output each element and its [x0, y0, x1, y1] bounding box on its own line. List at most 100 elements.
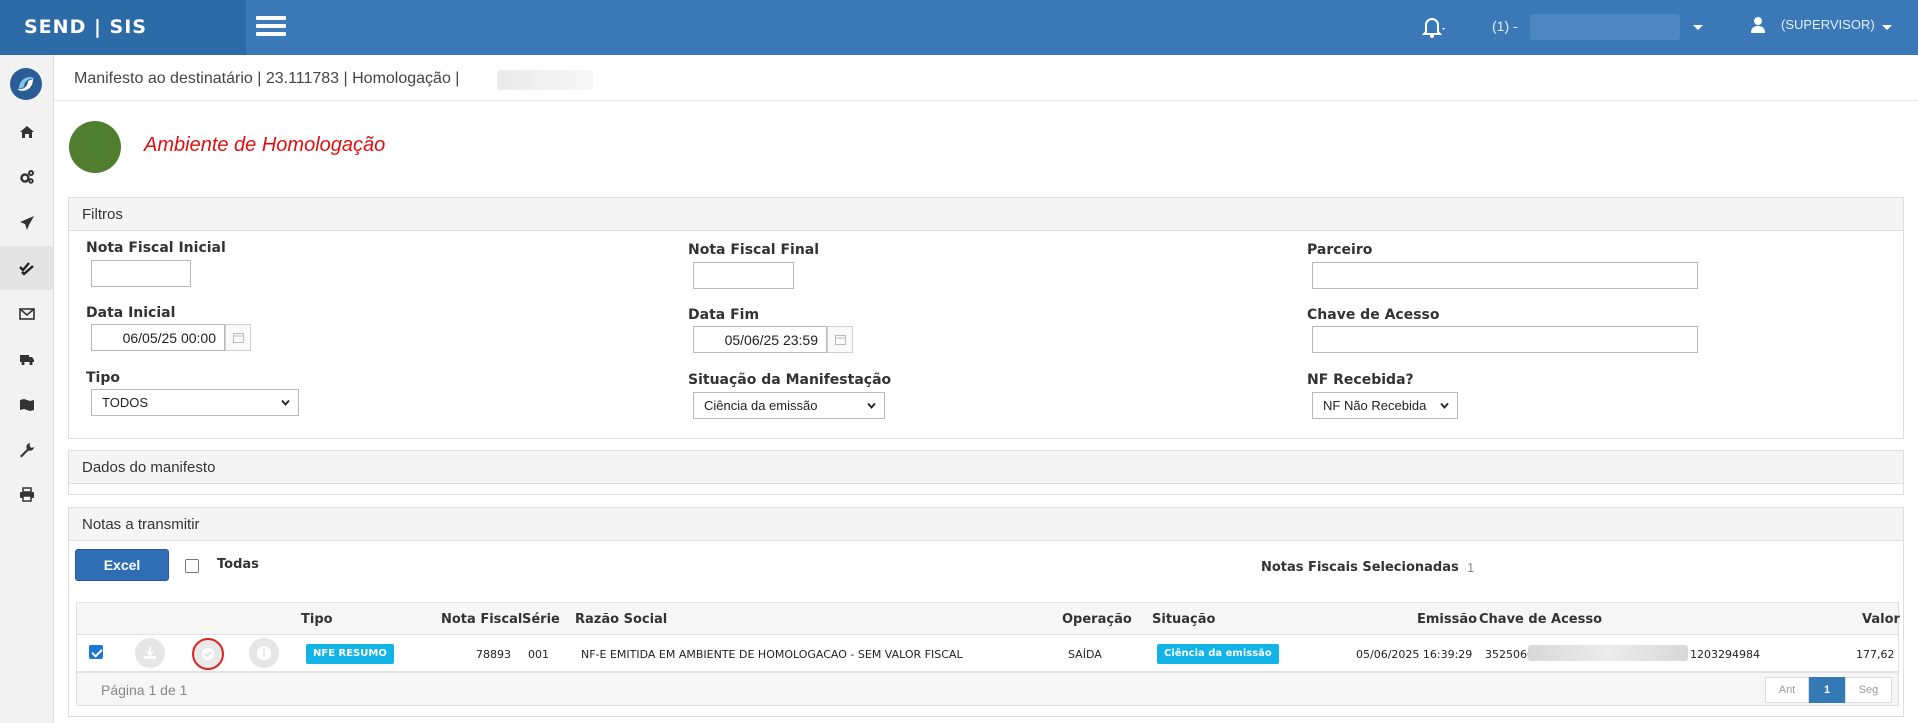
filters-panel-title: Filtros: [69, 198, 1903, 231]
company-name-redacted: [1530, 14, 1680, 40]
sidebar: [0, 55, 54, 723]
col-nota-fiscal[interactable]: Nota Fiscal: [441, 612, 522, 627]
nf-recebida-select[interactable]: NF Não Recebida: [1312, 392, 1458, 419]
nf-recebida-select-value: NF Não Recebida: [1323, 398, 1427, 413]
sidebar-item-mail[interactable]: [0, 292, 53, 336]
chevron-down-icon: [281, 399, 290, 406]
pager-next-button[interactable]: Seg: [1845, 677, 1892, 703]
nf-inicial-label: Nota Fiscal Inicial: [86, 240, 226, 256]
col-valor[interactable]: Valor: [1862, 612, 1900, 627]
selected-count-value: 1: [1467, 560, 1475, 575]
brand-logo[interactable]: SEND | SIS: [0, 0, 246, 55]
sidebar-item-tools[interactable]: [0, 428, 53, 472]
cell-emissao: 05/06/2025 16:39:29: [1356, 648, 1473, 661]
col-razao-social[interactable]: Razão Social: [575, 612, 667, 627]
app-logo-icon: [9, 67, 43, 101]
cell-serie: 001: [528, 648, 549, 661]
dados-manifesto-title[interactable]: Dados do manifesto: [69, 451, 1903, 484]
data-fim-input[interactable]: [693, 326, 827, 353]
selected-count-label: Notas Fiscais Selecionadas: [1261, 560, 1459, 575]
tipo-label: Tipo: [86, 370, 120, 386]
environment-status-indicator: [69, 121, 121, 173]
cell-chave-suffix: 1203294984: [1690, 648, 1760, 661]
confirm-manifest-button[interactable]: [192, 638, 224, 670]
col-serie[interactable]: Série: [522, 612, 560, 627]
row-checkbox[interactable]: [89, 645, 103, 659]
wrench-icon: [19, 443, 34, 458]
filters-panel: Filtros: [68, 197, 1904, 439]
notifications-bell-icon[interactable]: [1416, 14, 1446, 40]
envelope-icon: [18, 308, 35, 320]
print-icon: [19, 487, 34, 502]
chave-redacted: [1528, 645, 1688, 661]
sidebar-item-manifest[interactable]: [0, 246, 53, 290]
info-icon: [257, 646, 271, 660]
parceiro-label: Parceiro: [1307, 242, 1373, 258]
calendar-icon: [232, 333, 244, 343]
col-situacao[interactable]: Situação: [1152, 612, 1215, 627]
pager-prev-button[interactable]: Ant: [1765, 677, 1809, 703]
chave-acesso-label: Chave de Acesso: [1307, 307, 1440, 323]
situacao-select[interactable]: Ciência da emissão: [693, 392, 885, 419]
tipo-badge: NFE RESUMO: [306, 644, 394, 664]
calendar-icon: [834, 335, 846, 345]
info-button[interactable]: [249, 638, 279, 668]
col-emissao[interactable]: Emissão: [1417, 612, 1477, 627]
double-check-icon: [18, 262, 34, 276]
col-chave-acesso[interactable]: Chave de Acesso: [1479, 612, 1602, 627]
home-icon: [19, 126, 34, 138]
environment-title: Ambiente de Homologação: [144, 134, 386, 156]
data-inicial-calendar-button[interactable]: [225, 324, 251, 351]
cell-razao-social: NF-E EMITIDA EM AMBIENTE DE HOMOLOGACAO …: [581, 648, 963, 661]
user-menu-label[interactable]: (SUPERVISOR): [1781, 17, 1875, 32]
tipo-select[interactable]: TODOS: [91, 389, 299, 416]
nf-recebida-label: NF Recebida?: [1307, 372, 1414, 388]
user-icon: [1750, 16, 1766, 34]
paper-plane-icon: [19, 216, 34, 230]
dados-manifesto-panel: Dados do manifesto: [68, 450, 1904, 495]
divider: [54, 100, 1918, 101]
page-info: Página 1 de 1: [101, 682, 188, 698]
nf-final-input[interactable]: [693, 262, 794, 289]
nf-final-label: Nota Fiscal Final: [688, 242, 820, 258]
parceiro-input[interactable]: [1312, 262, 1698, 289]
chevron-down-icon: [867, 402, 876, 409]
truck-icon: [19, 355, 34, 366]
data-fim-calendar-button[interactable]: [827, 326, 853, 353]
pager-current-page[interactable]: 1: [1809, 677, 1845, 703]
chave-acesso-input[interactable]: [1312, 326, 1698, 353]
excel-button[interactable]: Excel: [75, 549, 169, 581]
sidebar-item-settings[interactable]: [0, 155, 53, 199]
nf-inicial-input[interactable]: [91, 260, 191, 287]
cell-chave-prefix: 3525060: [1485, 648, 1534, 661]
situacao-select-value: Ciência da emissão: [704, 398, 818, 413]
company-dropdown-caret-icon[interactable]: [1693, 25, 1703, 30]
col-tipo[interactable]: Tipo: [301, 612, 333, 627]
situacao-badge: Ciência da emissão: [1157, 644, 1279, 664]
col-operacao[interactable]: Operação: [1062, 612, 1132, 627]
menu-toggle-icon[interactable]: [256, 16, 286, 36]
gears-icon: [19, 170, 34, 184]
situacao-label: Situação da Manifestação: [688, 372, 892, 388]
sidebar-item-home[interactable]: [0, 110, 53, 154]
select-all-checkbox[interactable]: [185, 559, 199, 573]
table-header: [76, 602, 1899, 635]
chevron-down-icon: [1440, 402, 1449, 409]
sidebar-item-map[interactable]: [0, 383, 53, 427]
cell-operacao: SAÍDA: [1068, 648, 1102, 661]
check-circle-icon: [202, 648, 214, 660]
sidebar-item-print[interactable]: [0, 473, 53, 517]
map-icon: [19, 399, 34, 411]
sidebar-item-transport[interactable]: [0, 337, 53, 381]
select-all-label: Todas: [217, 557, 259, 572]
tipo-select-value: TODOS: [102, 395, 148, 410]
company-selector-label[interactable]: (1) -: [1492, 18, 1518, 34]
user-dropdown-caret-icon[interactable]: [1882, 25, 1892, 30]
download-xml-button[interactable]: [135, 638, 165, 668]
cell-valor: 177,62: [1856, 648, 1895, 661]
notas-panel-title: Notas a transmitir: [69, 508, 1903, 541]
download-icon: [144, 647, 156, 659]
sidebar-item-send[interactable]: [0, 201, 53, 245]
data-inicial-label: Data Inicial: [86, 305, 176, 321]
data-inicial-input[interactable]: [91, 324, 225, 351]
